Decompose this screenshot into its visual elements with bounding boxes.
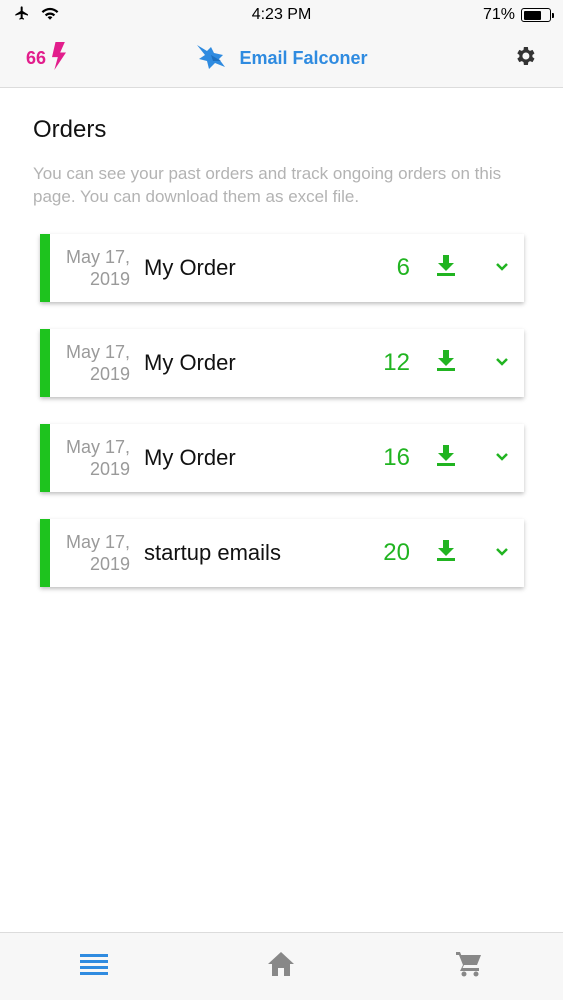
- download-icon: [436, 539, 456, 567]
- tab-home[interactable]: [251, 937, 311, 997]
- lightning-icon: [50, 42, 68, 75]
- order-card[interactable]: May 17, 2019 My Order 16: [40, 424, 524, 492]
- download-button[interactable]: [412, 254, 480, 282]
- order-card[interactable]: May 17, 2019 My Order 12: [40, 329, 524, 397]
- app-header: 66 Email Falconer: [0, 30, 563, 88]
- falcon-logo-icon: [195, 41, 229, 76]
- battery-icon: [521, 8, 554, 22]
- order-date: May 17, 2019: [50, 531, 136, 575]
- order-date-line1: May 17,: [65, 342, 130, 362]
- download-button[interactable]: [412, 349, 480, 377]
- gear-icon: [513, 44, 537, 73]
- order-name: My Order: [144, 350, 236, 375]
- battery-fill: [523, 10, 542, 20]
- brand: Email Falconer: [195, 41, 368, 76]
- download-button[interactable]: [412, 539, 480, 567]
- status-bar: 4:23 PM 71%: [0, 0, 563, 30]
- order-name: My Order: [144, 445, 236, 470]
- order-date-line2: 2019: [89, 459, 130, 479]
- order-name: My Order: [144, 255, 236, 280]
- status-right: 71%: [431, 6, 554, 24]
- order-date-line1: May 17,: [65, 532, 130, 552]
- expand-button[interactable]: [480, 544, 524, 562]
- download-icon: [436, 444, 456, 472]
- order-date-line2: 2019: [89, 269, 130, 289]
- order-date: May 17, 2019: [50, 246, 136, 290]
- battery-percent: 71%: [482, 6, 515, 23]
- expand-button[interactable]: [480, 259, 524, 277]
- chevron-down-icon: [495, 449, 509, 467]
- download-button[interactable]: [412, 444, 480, 472]
- order-count: 20: [383, 539, 410, 566]
- order-date-line2: 2019: [89, 554, 130, 574]
- order-list: May 17, 2019 My Order 6 May 17, 2019 My …: [33, 234, 530, 587]
- page-description: You can see your past orders and track o…: [33, 164, 502, 206]
- order-card[interactable]: May 17, 2019 startup emails 20: [40, 519, 524, 587]
- order-date-line1: May 17,: [65, 247, 130, 267]
- expand-button[interactable]: [480, 354, 524, 372]
- order-card[interactable]: May 17, 2019 My Order 6: [40, 234, 524, 302]
- credits-count: 66: [26, 48, 47, 68]
- order-date: May 17, 2019: [50, 341, 136, 385]
- credits-badge[interactable]: 66: [26, 42, 106, 75]
- cart-icon: [455, 951, 483, 982]
- tab-orders[interactable]: [64, 937, 124, 997]
- chevron-down-icon: [495, 354, 509, 372]
- tab-cart[interactable]: [439, 937, 499, 997]
- list-icon: [79, 953, 108, 980]
- order-name: startup emails: [144, 540, 281, 565]
- home-icon: [267, 951, 295, 982]
- download-icon: [436, 349, 456, 377]
- order-date-line1: May 17,: [65, 437, 130, 457]
- order-count: 12: [383, 349, 410, 376]
- chevron-down-icon: [495, 259, 509, 277]
- page-title: Orders: [33, 116, 107, 143]
- settings-button[interactable]: [457, 44, 537, 73]
- status-left: [12, 5, 132, 26]
- screen: 4:23 PM 71% 66 Email Falconer Orders You…: [0, 0, 563, 1000]
- order-count: 6: [396, 254, 410, 281]
- order-count: 16: [383, 444, 410, 471]
- app-title: Email Falconer: [239, 48, 368, 68]
- wifi-icon: [40, 5, 60, 26]
- order-date: May 17, 2019: [50, 436, 136, 480]
- chevron-down-icon: [495, 544, 509, 562]
- orders-page: Orders You can see your past orders and …: [0, 88, 563, 614]
- status-time: 4:23 PM: [251, 6, 312, 23]
- download-icon: [436, 254, 456, 282]
- airplane-icon: [12, 5, 32, 26]
- expand-button[interactable]: [480, 449, 524, 467]
- tab-bar: [0, 932, 563, 1000]
- order-date-line2: 2019: [89, 364, 130, 384]
